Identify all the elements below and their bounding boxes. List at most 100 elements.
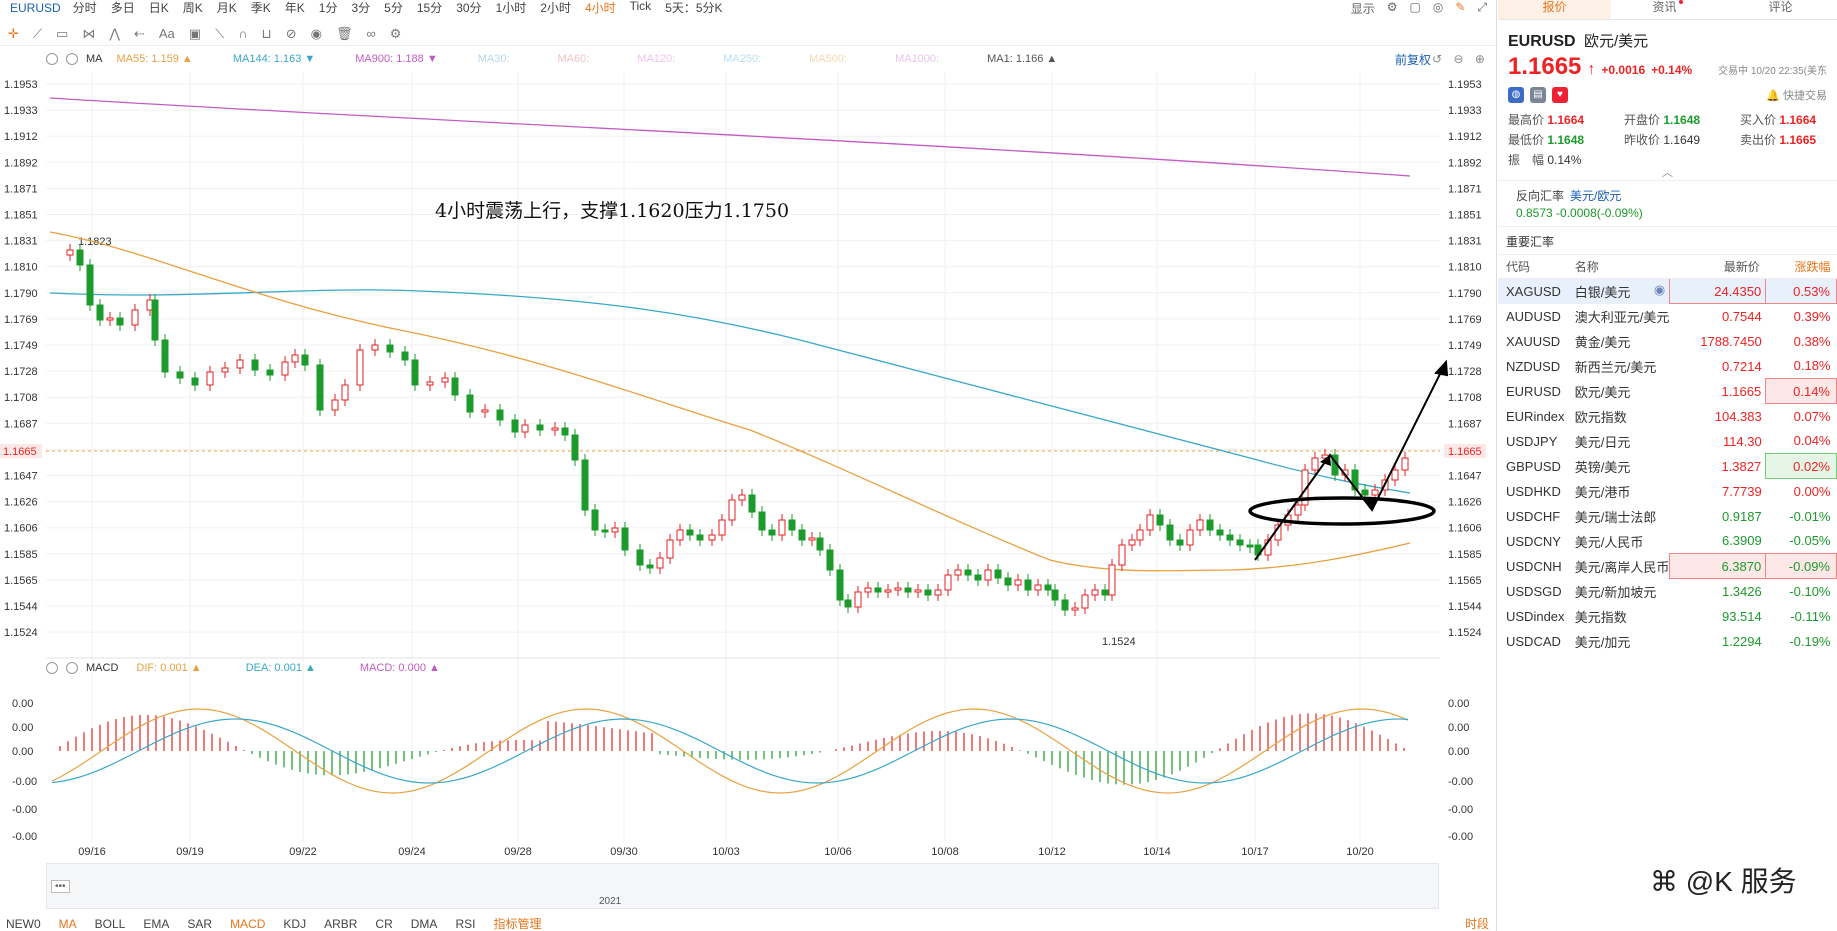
indicator-tab-macd[interactable]: MACD	[230, 917, 265, 931]
candle	[1118, 544, 1126, 566]
tab-label: 报价	[1542, 0, 1567, 14]
row-name-text: 美元指数	[1574, 609, 1627, 625]
table-row[interactable]: USDJPY 美元/日元 114.30 0.04%	[1498, 429, 1837, 454]
price-tick-right: 1.1749	[1448, 340, 1482, 352]
indicator-manage-button[interactable]: 指标管理	[493, 916, 541, 931]
column-header-1[interactable]: 名称	[1568, 254, 1670, 279]
row-name: 英镑/美元	[1569, 454, 1670, 479]
row-name: 黄金/美元	[1569, 329, 1670, 354]
candle	[451, 377, 459, 396]
table-row[interactable]: USDCNY 美元/人民币 6.3909 -0.05%	[1498, 529, 1837, 554]
row-code: AUDUSD	[1506, 308, 1561, 324]
row-name: 美元/日元	[1569, 429, 1670, 454]
candle	[316, 364, 324, 411]
row-change-pct: 0.18%	[1793, 358, 1831, 374]
indicator-tab-arbr[interactable]: ARBR	[324, 917, 357, 931]
collapse-chevron-icon[interactable]: ︿	[1498, 168, 1837, 180]
column-header-2[interactable]: 最新价	[1669, 254, 1766, 279]
indicator-tab-cr[interactable]: CR	[375, 917, 392, 931]
table-row[interactable]: GBPUSD 英镑/美元 1.3827 0.02%	[1498, 453, 1837, 479]
table-row[interactable]: EURUSD 欧元/美元 1.1665 0.14%	[1498, 378, 1837, 404]
table-row[interactable]: USDCAD 美元/加元 1.2294 -0.19%	[1498, 629, 1837, 654]
session-button[interactable]: 时段	[1465, 916, 1489, 931]
stat-item: 卖出价 1.1665	[1740, 131, 1837, 148]
candle	[331, 399, 339, 411]
indicator-tab-ma[interactable]: MA	[59, 917, 77, 931]
table-row[interactable]: USDCHF 美元/瑞士法郎 0.9187 -0.01%	[1498, 504, 1837, 529]
table-row[interactable]: USDHKD 美元/港币 7.7739 0.00%	[1498, 479, 1837, 504]
column-header-0[interactable]: 代码	[1498, 254, 1569, 279]
close-icon[interactable]	[66, 662, 78, 674]
quick-trade-button[interactable]: 🔔 快捷交易	[1766, 87, 1827, 103]
note-icon[interactable]: ▤	[1530, 87, 1546, 103]
indicator-tab-sar[interactable]: SAR	[187, 917, 212, 931]
tab-1[interactable]: 资讯	[1611, 0, 1724, 19]
candle	[686, 529, 694, 536]
row-change-pct: -0.05%	[1789, 533, 1831, 549]
tab-0[interactable]: 报价	[1498, 0, 1611, 19]
date-tick: 09/19	[176, 846, 204, 858]
column-header-3[interactable]: 涨跌幅	[1765, 254, 1837, 279]
up-arrow-icon: ↑	[1587, 61, 1596, 78]
candle	[788, 519, 796, 531]
candle	[1061, 599, 1069, 611]
date-tick: 09/22	[289, 846, 317, 858]
candle	[1081, 594, 1089, 609]
stat-label: 开盘价	[1624, 113, 1661, 127]
candle	[676, 529, 684, 541]
eye-icon[interactable]: ◉	[1654, 282, 1665, 298]
indicator-tab-new0[interactable]: NEW0	[6, 917, 41, 931]
row-name: 美元/瑞士法郎	[1569, 504, 1670, 529]
table-row[interactable]: XAGUSD 白银/美元 ◉ 24.4350 0.53%	[1498, 278, 1837, 304]
quote-title: EURUSD 欧元/美元	[1498, 20, 1837, 51]
indicator-tab-kdj[interactable]: KDJ	[283, 917, 306, 931]
macd-tick-right: 0.00	[1448, 746, 1469, 758]
globe-icon[interactable]: ◍	[1508, 87, 1524, 103]
table-row[interactable]: USDCNH 美元/离岸人民币 6.3870 -0.09%	[1498, 553, 1837, 579]
candle	[116, 317, 124, 326]
price-tick-right: 1.1728	[1448, 366, 1482, 378]
tab-2[interactable]: 评论	[1724, 0, 1837, 19]
macd-item-1[interactable]: DEA: 0.001 ▲	[246, 662, 316, 674]
candle	[1146, 514, 1154, 531]
candlestick-chart[interactable]: 1.1953 1.1953 1.1933 1.1933 1.1912 1.1912 1.18…	[0, 0, 1497, 931]
macd-item-0[interactable]: DIF: 0.001 ▲	[136, 662, 201, 674]
row-change-pct: -0.09%	[1765, 553, 1837, 579]
indicator-tab-boll[interactable]: BOLL	[95, 917, 126, 931]
candle	[591, 509, 599, 531]
table-row[interactable]: EURindex 欧元指数 104.383 0.07%	[1498, 404, 1837, 429]
table-row[interactable]: USDSGD 美元/新加坡元 1.3426 -0.10%	[1498, 579, 1837, 604]
indicator-tab-ema[interactable]: EMA	[143, 917, 169, 931]
table-row[interactable]: USDindex 美元指数 93.514 -0.11%	[1498, 604, 1837, 629]
row-price: 7.7739	[1721, 483, 1762, 499]
row-price: 1788.7450	[1700, 333, 1762, 349]
chart-area[interactable]: EURUSD 分时 多日 日K 周K 月K 季K 年K 1分 3分 5分 15分 30分 1小时 2小时 4…	[0, 0, 1497, 931]
stat-item: 开盘价 1.1648	[1624, 111, 1740, 128]
navigator-handle[interactable]: •••	[51, 880, 70, 893]
heart-icon[interactable]: ♥	[1552, 87, 1568, 103]
table-row[interactable]: XAUUSD 黄金/美元 1788.7450 0.38%	[1498, 329, 1837, 354]
macd-tick-left: -0.00	[12, 776, 37, 788]
date-tick: 10/03	[712, 846, 740, 858]
candle	[206, 371, 214, 386]
table-row[interactable]: AUDUSD 澳大利亚元/美元 0.7544 0.39%	[1498, 304, 1837, 329]
price-tick-left: 1.1565	[4, 575, 38, 587]
macd-item-2[interactable]: MACD: 0.000 ▲	[360, 662, 440, 674]
indicator-tab-dma[interactable]: DMA	[411, 917, 438, 931]
price-tick-left: 1.1912	[4, 131, 38, 143]
candle	[441, 377, 449, 383]
indicator-tab-rsi[interactable]: RSI	[455, 917, 475, 931]
table-row[interactable]: NZDUSD 新西兰元/美元 0.7214 0.18%	[1498, 354, 1837, 379]
candle	[301, 354, 309, 366]
date-tick: 10/17	[1241, 846, 1269, 858]
macd-tick-left: 0.00	[12, 698, 33, 710]
time-navigator[interactable]: ••• 2021	[46, 863, 1439, 909]
row-code: USDCNY	[1506, 533, 1561, 549]
macd-label[interactable]: MACD	[86, 662, 118, 674]
row-change-pct: 0.07%	[1793, 408, 1831, 424]
inverse-pair[interactable]: 美元/欧元	[1570, 189, 1621, 203]
stat-label: 最低价	[1508, 133, 1545, 147]
settings-icon[interactable]	[46, 662, 58, 674]
price-tick-right: 1.1544	[1448, 601, 1482, 613]
candle	[934, 589, 942, 596]
